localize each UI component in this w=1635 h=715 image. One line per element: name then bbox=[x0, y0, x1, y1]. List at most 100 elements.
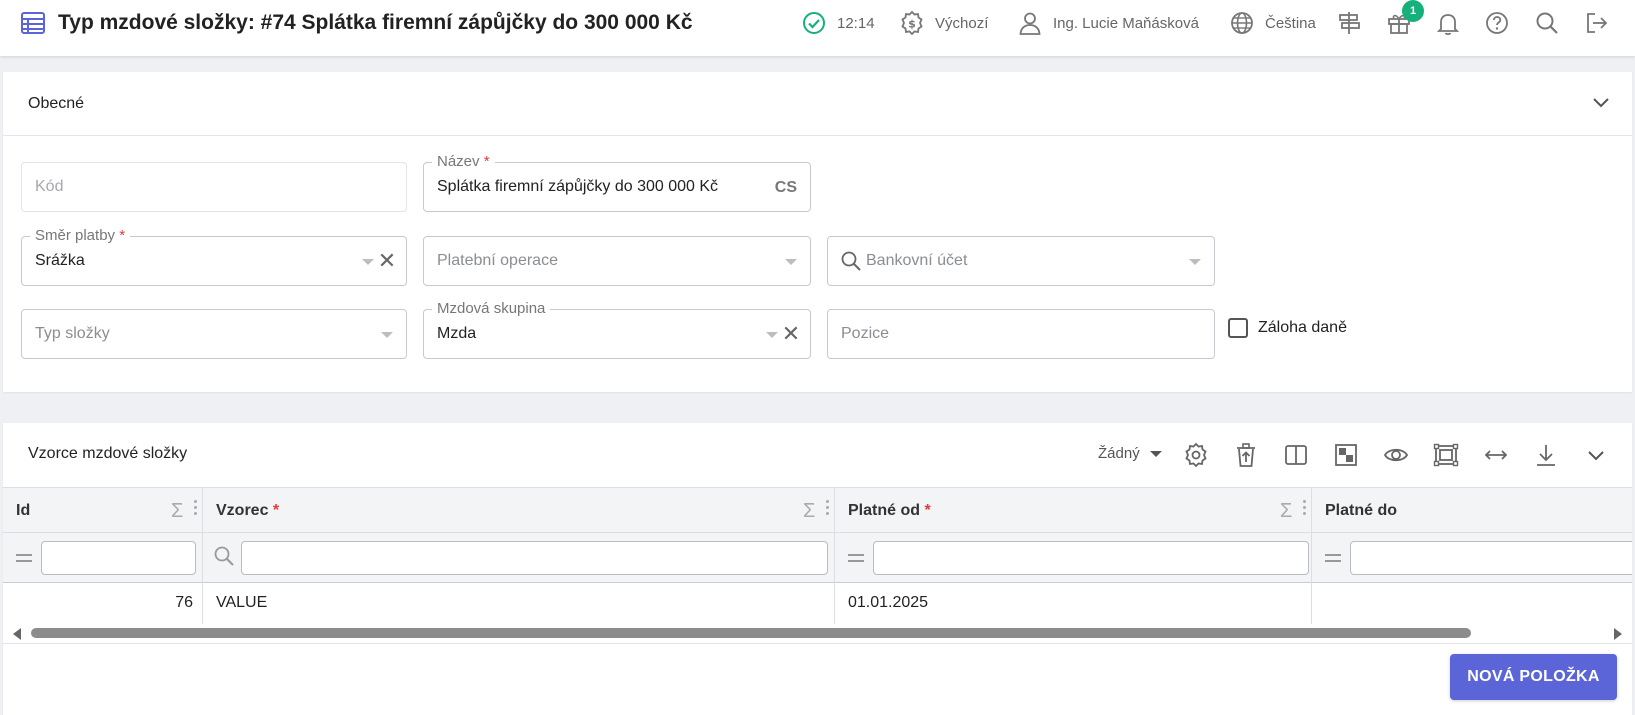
currency-gear-icon: $ bbox=[901, 10, 923, 36]
layout-button[interactable] bbox=[1331, 440, 1361, 470]
logout-button[interactable] bbox=[1582, 8, 1612, 38]
horizontal-scrollbar[interactable] bbox=[3, 624, 1632, 642]
sigma-icon[interactable]: Σ bbox=[171, 500, 183, 523]
payment-operation-placeholder: Platební operace bbox=[437, 252, 558, 269]
bank-account-placeholder: Bankovní účet bbox=[866, 252, 968, 269]
name-field[interactable]: Název * Splátka firemní zápůjčky do 300 … bbox=[423, 153, 811, 212]
name-language-code[interactable]: CS bbox=[775, 179, 797, 197]
tax-advance-label: Záloha daně bbox=[1258, 319, 1347, 336]
table-row[interactable]: 76 VALUE 01.01.2025 bbox=[3, 583, 1632, 625]
code-field[interactable]: Kód bbox=[21, 162, 407, 212]
formulas-section-title: Vzorce mzdové složky bbox=[28, 445, 188, 462]
caret-down-icon[interactable] bbox=[362, 259, 374, 265]
fit-selection-button[interactable] bbox=[1431, 440, 1461, 470]
page-title: Typ mzdové složky: #74 Splátka firemní z… bbox=[58, 11, 693, 34]
bank-account-select[interactable]: Bankovní účet bbox=[827, 236, 1215, 286]
gear-icon bbox=[1185, 442, 1207, 468]
currency-profile-menu[interactable]: $ Výchozí bbox=[899, 8, 988, 38]
scroll-left-icon[interactable] bbox=[13, 628, 21, 640]
new-item-button[interactable]: NOVÁ POLOŽKA bbox=[1450, 654, 1617, 700]
gift-count-badge: 1 bbox=[1402, 0, 1424, 22]
payment-direction-select[interactable]: Směr platby * Srážka ✕ bbox=[21, 227, 407, 286]
chevron-down-icon bbox=[1588, 451, 1604, 461]
scroll-right-icon[interactable] bbox=[1614, 628, 1622, 640]
scrollbar-thumb[interactable] bbox=[31, 628, 1471, 638]
view-select[interactable]: Žádný bbox=[1098, 445, 1162, 462]
filter-input-id[interactable] bbox=[41, 541, 196, 575]
equals-filter-icon[interactable] bbox=[1325, 554, 1341, 562]
language-label: Čeština bbox=[1265, 14, 1316, 32]
delete-upload-button[interactable] bbox=[1231, 440, 1261, 470]
column-header-valid-to[interactable]: Platné do bbox=[1325, 502, 1397, 520]
chevron-down-icon[interactable] bbox=[1592, 96, 1610, 110]
checkbox-box[interactable] bbox=[1228, 318, 1248, 338]
search-button[interactable] bbox=[1532, 8, 1562, 38]
view-select-value: Žádný bbox=[1098, 445, 1140, 462]
column-separator[interactable] bbox=[202, 487, 203, 625]
currency-profile-label: Výchozí bbox=[935, 14, 989, 32]
filter-input-valid-from[interactable] bbox=[873, 541, 1309, 575]
select-all-icon bbox=[1433, 443, 1459, 467]
filter-input-valid-to[interactable] bbox=[1350, 541, 1632, 575]
signpost-button[interactable] bbox=[1334, 8, 1364, 38]
language-menu[interactable]: Čeština bbox=[1229, 8, 1316, 38]
collapse-section-button[interactable] bbox=[1581, 440, 1611, 470]
notifications-button[interactable] bbox=[1433, 8, 1463, 38]
column-separator[interactable] bbox=[1311, 487, 1312, 625]
column-header-formula[interactable]: Vzorec * bbox=[216, 502, 279, 520]
wage-group-select[interactable]: Mzdová skupina Mzda ✕ bbox=[423, 300, 811, 359]
formulas-grid: Id Σ Vzorec * Σ Platné od * Σ Platné do … bbox=[3, 487, 1632, 647]
equals-filter-icon[interactable] bbox=[16, 554, 32, 562]
component-type-select[interactable]: Typ složky bbox=[21, 309, 407, 359]
help-button[interactable] bbox=[1482, 8, 1512, 38]
code-placeholder: Kód bbox=[35, 178, 64, 195]
column-menu-icon[interactable] bbox=[194, 500, 198, 518]
caret-down-icon[interactable] bbox=[766, 332, 778, 338]
session-status[interactable]: 12:14 bbox=[801, 8, 875, 38]
logout-icon bbox=[1587, 13, 1608, 33]
layout-quadrant-icon bbox=[1335, 444, 1357, 466]
visibility-button[interactable] bbox=[1381, 440, 1411, 470]
grid-filter-row bbox=[3, 533, 1632, 583]
sigma-icon[interactable]: Σ bbox=[803, 500, 815, 523]
search-icon bbox=[214, 546, 234, 566]
name-value: Splátka firemní zápůjčky do 300 000 Kč bbox=[437, 178, 719, 195]
tax-advance-checkbox[interactable]: Záloha daně bbox=[1228, 318, 1347, 338]
arrows-horizontal-icon bbox=[1484, 450, 1508, 460]
section-divider bbox=[3, 135, 1632, 136]
session-time: 12:14 bbox=[837, 14, 875, 32]
column-separator[interactable] bbox=[834, 487, 835, 625]
globe-icon bbox=[1231, 12, 1253, 34]
user-icon bbox=[1019, 12, 1041, 35]
column-header-id[interactable]: Id bbox=[16, 502, 30, 520]
search-icon bbox=[1536, 12, 1558, 34]
eye-icon bbox=[1383, 448, 1409, 462]
user-menu[interactable]: Ing. Lucie Maňásková bbox=[1017, 8, 1199, 38]
grid-settings-button[interactable] bbox=[1181, 440, 1211, 470]
gift-button[interactable]: 1 bbox=[1384, 0, 1424, 38]
caret-down-icon[interactable] bbox=[381, 332, 393, 338]
caret-down-icon bbox=[1149, 450, 1162, 457]
filter-input-formula[interactable] bbox=[241, 541, 828, 575]
caret-down-icon[interactable] bbox=[785, 259, 797, 265]
column-menu-icon[interactable] bbox=[826, 500, 830, 518]
column-header-valid-from[interactable]: Platné od * bbox=[848, 502, 931, 520]
wage-group-value: Mzda bbox=[437, 325, 477, 342]
check-circle-icon bbox=[803, 12, 825, 34]
payment-operation-select[interactable]: Platební operace bbox=[423, 236, 811, 286]
autosize-columns-button[interactable] bbox=[1481, 440, 1511, 470]
download-button[interactable] bbox=[1531, 440, 1561, 470]
download-icon bbox=[1537, 445, 1555, 466]
component-type-placeholder: Typ složky bbox=[35, 325, 110, 342]
clear-icon[interactable]: ✕ bbox=[780, 323, 802, 345]
svg-text:$: $ bbox=[908, 18, 916, 31]
table-list-icon[interactable] bbox=[20, 10, 46, 36]
trash-upload-icon bbox=[1237, 443, 1255, 467]
position-input[interactable]: Pozice bbox=[827, 309, 1215, 359]
split-view-button[interactable] bbox=[1281, 440, 1311, 470]
equals-filter-icon[interactable] bbox=[848, 554, 864, 562]
column-menu-icon[interactable] bbox=[1303, 500, 1307, 518]
caret-down-icon[interactable] bbox=[1189, 259, 1201, 265]
clear-icon[interactable]: ✕ bbox=[376, 250, 398, 272]
sigma-icon[interactable]: Σ bbox=[1280, 500, 1292, 523]
